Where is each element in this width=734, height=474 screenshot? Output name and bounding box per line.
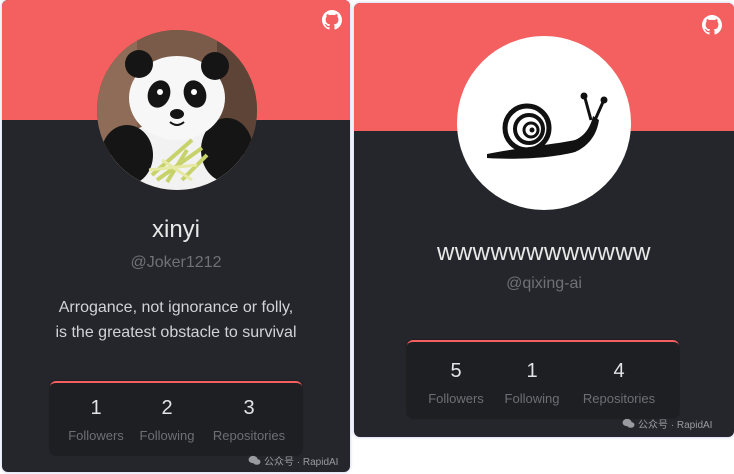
stat-label: Following <box>139 428 195 443</box>
profile-name: wwwwwwwwwwww <box>437 239 651 266</box>
stat-following[interactable]: 1 Following <box>499 360 565 406</box>
profile-card-xinyi: xinyi @Joker1212 Arrogance, not ignoranc… <box>2 0 350 472</box>
profile-bio: Arrogance, not ignorance or folly, is th… <box>2 295 350 345</box>
stats-panel: 5 Followers 1 Following 4 Repositories <box>407 340 679 418</box>
stat-repositories[interactable]: 4 Repositories <box>575 360 663 406</box>
stat-label: Repositories <box>212 428 286 443</box>
stat-label: Followers <box>68 428 124 443</box>
profile-name: xinyi <box>151 216 200 243</box>
watermark-text: 公众号 · RapidAI <box>264 457 339 468</box>
stat-label: Followers <box>428 391 484 406</box>
wechat-icon <box>248 455 261 465</box>
stat-label: Repositories <box>582 391 656 406</box>
stat-followers[interactable]: 5 Followers <box>423 360 489 406</box>
stat-value: 4 <box>613 360 625 382</box>
stat-value: 3 <box>243 397 255 419</box>
stat-value: 1 <box>90 397 102 419</box>
stats-panel: 1 Followers 2 Following 3 Repositories <box>50 381 302 455</box>
stat-value: 5 <box>450 360 462 382</box>
panda-avatar <box>97 30 257 190</box>
stat-value: 2 <box>161 397 173 419</box>
bio-line: Arrogance, not ignorance or folly, <box>58 299 294 316</box>
profile-handle[interactable]: @qixing-ai <box>354 275 734 293</box>
watermark-text: 公众号 · RapidAI <box>638 420 713 431</box>
github-icon[interactable] <box>322 10 342 30</box>
watermark: 公众号 · RapidAI <box>622 416 712 431</box>
stat-label: Following <box>504 391 560 406</box>
watermark: 公众号 · RapidAI <box>248 453 338 468</box>
github-icon[interactable] <box>702 15 722 35</box>
profile-card-qixing-ai: wwwwwwwwwwww @qixing-ai 5 Followers 1 Fo… <box>354 3 734 437</box>
snail-avatar <box>457 36 631 210</box>
wechat-icon <box>622 418 635 428</box>
stat-followers[interactable]: 1 Followers <box>66 397 126 443</box>
bio-line: is the greatest obstacle to survival <box>55 324 297 341</box>
stat-value: 1 <box>526 360 538 382</box>
stat-following[interactable]: 2 Following <box>136 397 198 443</box>
profile-handle[interactable]: @Joker1212 <box>2 254 350 272</box>
stat-repositories[interactable]: 3 Repositories <box>208 397 290 443</box>
